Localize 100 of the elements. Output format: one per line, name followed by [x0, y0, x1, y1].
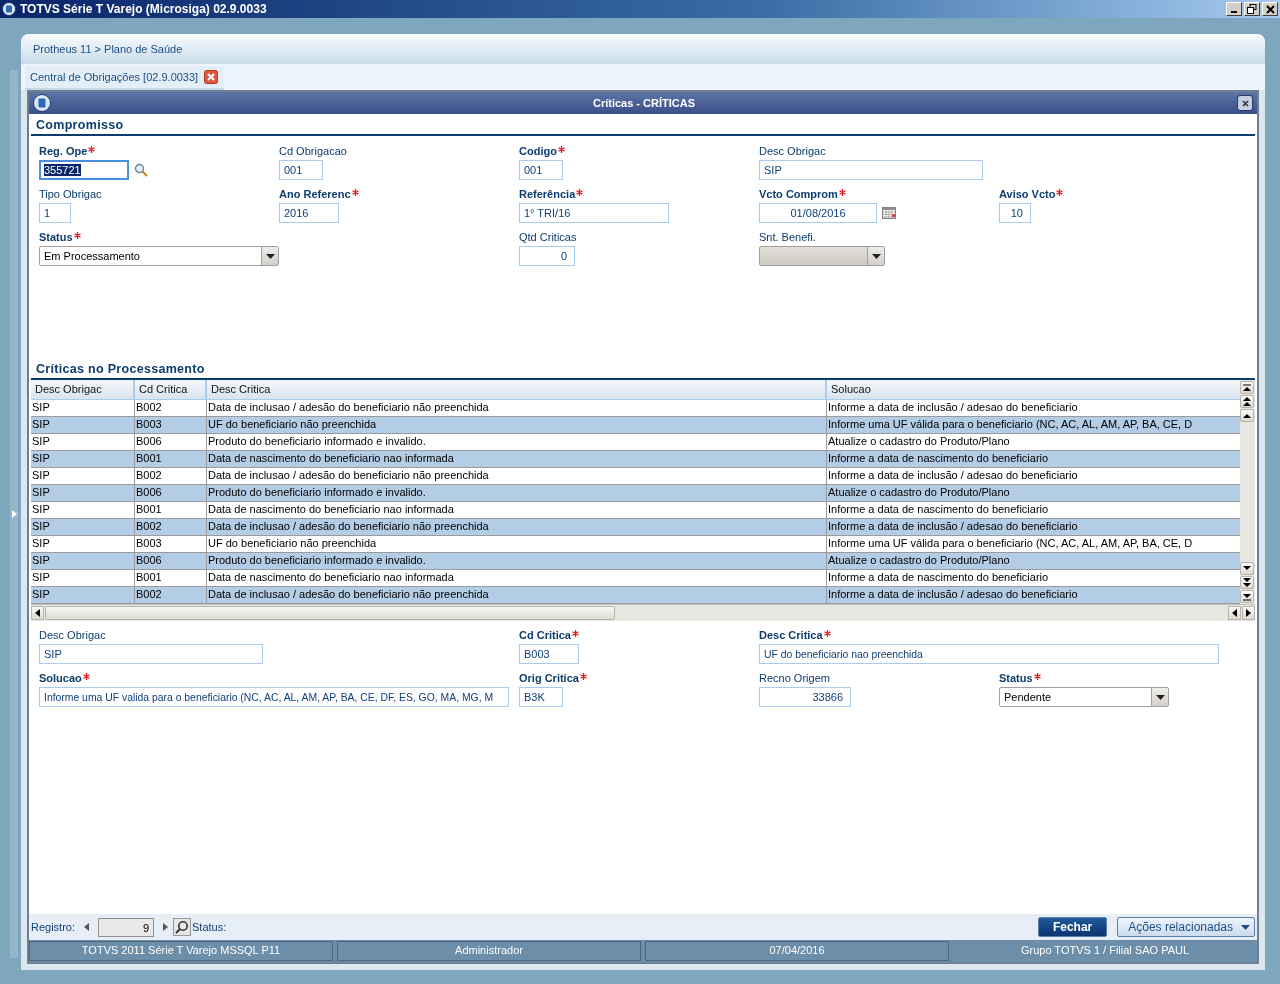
- field-label: Status: [999, 672, 1033, 684]
- status-bar-cell-text: Grupo TOTVS 1 / Filial SAO PAUL: [1019, 943, 1191, 958]
- restore-icon: [1247, 4, 1257, 14]
- close-icon: [1241, 99, 1249, 107]
- table-cell-text: Informe a data de nascimento do beneficiario: [827, 451, 1050, 466]
- status-bar-cell: TOTVS 2011 Série T Varejo MSSQL P11: [29, 941, 333, 961]
- input-field[interactable]: 355721: [39, 160, 129, 180]
- input-field[interactable]: 1: [39, 203, 71, 223]
- table-cell: Produto do beneficiario informado e invalido.: [207, 434, 827, 450]
- table-cell: Data de nascimento do beneficiario nao informada: [207, 451, 827, 467]
- input-field[interactable]: B003: [519, 644, 579, 664]
- field-label: Desc Obrigac: [759, 145, 826, 157]
- field-label: Reg. Ope: [39, 145, 88, 157]
- table-cell: SIP: [31, 553, 135, 569]
- horizontal-scrollbar[interactable]: [31, 605, 1255, 621]
- minimize-button[interactable]: [1226, 2, 1242, 16]
- scroll-bottom-button[interactable]: [1240, 590, 1254, 603]
- search-icon: [175, 920, 190, 934]
- table-cell: SIP: [31, 570, 135, 586]
- table-cell: SIP: [31, 587, 135, 603]
- field-label: Referência: [519, 188, 576, 200]
- input-field[interactable]: SIP: [39, 644, 263, 664]
- table-cell: B002: [135, 587, 207, 603]
- input-field[interactable]: 2016: [279, 203, 339, 223]
- column-header[interactable]: Solucao: [827, 380, 1221, 399]
- close-icon: [1265, 4, 1275, 14]
- scroll-left-button[interactable]: [1228, 606, 1241, 620]
- close-button[interactable]: [1237, 95, 1253, 111]
- table-cell: SIP: [31, 536, 135, 552]
- table-cell: SIP: [31, 502, 135, 518]
- arrow-right-icon: [163, 923, 169, 931]
- field-label: Vcto Comprom: [759, 188, 838, 200]
- table-cell-text: Informe a data de nascimento do beneficiario: [827, 502, 1050, 517]
- table-cell: B003: [135, 536, 207, 552]
- search-icon[interactable]: [134, 163, 148, 177]
- restore-button[interactable]: [1244, 2, 1260, 16]
- input-field[interactable]: 10: [999, 203, 1031, 223]
- caret-icon: [1241, 924, 1250, 930]
- calendar-icon[interactable]: [882, 207, 896, 219]
- window-title: TOTVS Série T Varejo (Microsiga) 02.9.0033: [20, 2, 268, 16]
- table-cell: Data de inclusao / adesão do beneficiario não preenchida: [207, 468, 827, 484]
- input-field[interactable]: B3K: [519, 687, 563, 707]
- scroll-right-button[interactable]: [1242, 606, 1255, 620]
- record-number-field[interactable]: 9: [98, 917, 155, 937]
- close-icon[interactable]: [204, 70, 219, 84]
- input-field[interactable]: 001: [279, 160, 323, 180]
- table-cell: B001: [135, 451, 207, 467]
- field-label: Cd Critica: [519, 629, 571, 641]
- scroll-left-button[interactable]: [31, 606, 44, 620]
- input-field[interactable]: Informe uma UF valida para o beneficiario (NC, AC, AL, AM, AP, BA, CE, DF, ES, GO, MA, MG, M: [39, 687, 509, 707]
- required-asterisk-icon: [1056, 189, 1064, 196]
- input-field[interactable]: UF do beneficiario nao preenchida: [759, 644, 1219, 664]
- double-arrow-up-icon: [1243, 397, 1251, 406]
- table-cell: SIP: [31, 434, 135, 450]
- dropdown-field[interactable]: Pendente: [999, 687, 1169, 707]
- input-field[interactable]: 1° TRI/16: [519, 203, 669, 223]
- arrow-right-icon: [1246, 609, 1251, 617]
- field-label: Codigo: [519, 145, 557, 157]
- input-field[interactable]: 0: [519, 246, 575, 266]
- required-asterisk-icon: [557, 146, 565, 153]
- table-cell: B002: [135, 519, 207, 535]
- dropdown-field[interactable]: Em Processamento: [39, 246, 279, 266]
- scroll-top-button[interactable]: [1240, 381, 1254, 394]
- search-button[interactable]: [173, 918, 192, 936]
- actions-menu-button[interactable]: Ações relacionadas: [1117, 917, 1255, 937]
- status-label: Status:: [192, 921, 227, 933]
- table-cell-text: Atualize o cadastro do Produto/Plano: [827, 485, 1011, 500]
- arrow-up-to-line-icon: [1243, 383, 1251, 392]
- required-asterisk-icon: [1033, 673, 1041, 680]
- table-cell: Produto do beneficiario informado e invalido.: [207, 553, 827, 569]
- table-cell: B006: [135, 553, 207, 569]
- page-up-button[interactable]: [1240, 395, 1254, 408]
- field-label: Tipo Obrigac: [39, 188, 102, 200]
- input-field[interactable]: 01/08/2016: [759, 203, 877, 223]
- scroll-up-button[interactable]: [1240, 409, 1254, 422]
- table-cell-text: Atualize o cadastro do Produto/Plano: [827, 434, 1011, 449]
- table-cell-text: Informe uma UF válida para o beneficiario (NC, AC, AL, AM, AP, BA, CE, D: [827, 536, 1194, 551]
- input-field[interactable]: SIP: [759, 160, 983, 180]
- tab[interactable]: Central de Obrigações [02.9.0033]: [25, 66, 225, 90]
- field-label: Recno Origem: [759, 672, 830, 684]
- table-cell: SIP: [31, 485, 135, 501]
- table-cell: B002: [135, 400, 207, 416]
- dialog-title: Críticas - CRÍTICAS: [591, 97, 697, 109]
- vertical-scrollbar[interactable]: [1240, 380, 1255, 604]
- close-dialog-button[interactable]: Fechar: [1037, 917, 1108, 937]
- required-asterisk-icon: [576, 189, 584, 196]
- side-panel-handle[interactable]: [10, 70, 18, 958]
- table-cell-text: Informe a data de inclusão / adesao do beneficiario: [827, 519, 1079, 534]
- input-field[interactable]: 33866: [759, 687, 851, 707]
- table-cell: Data de inclusao / adesão do beneficiario não preenchida: [207, 400, 827, 416]
- arrow-left-icon: [1232, 609, 1237, 617]
- table-cell: SIP: [31, 417, 135, 433]
- page-down-button[interactable]: [1240, 576, 1254, 589]
- breadcrumb[interactable]: Protheus 11 > Plano de Saúde: [33, 43, 183, 55]
- arrow-left-icon: [84, 923, 90, 931]
- field-label: Aviso Vcto: [999, 188, 1056, 200]
- required-asterisk-icon: [571, 630, 579, 637]
- scroll-down-button[interactable]: [1240, 562, 1254, 575]
- scrollbar-thumb[interactable]: [45, 606, 615, 620]
- input-field[interactable]: 001: [519, 160, 563, 180]
